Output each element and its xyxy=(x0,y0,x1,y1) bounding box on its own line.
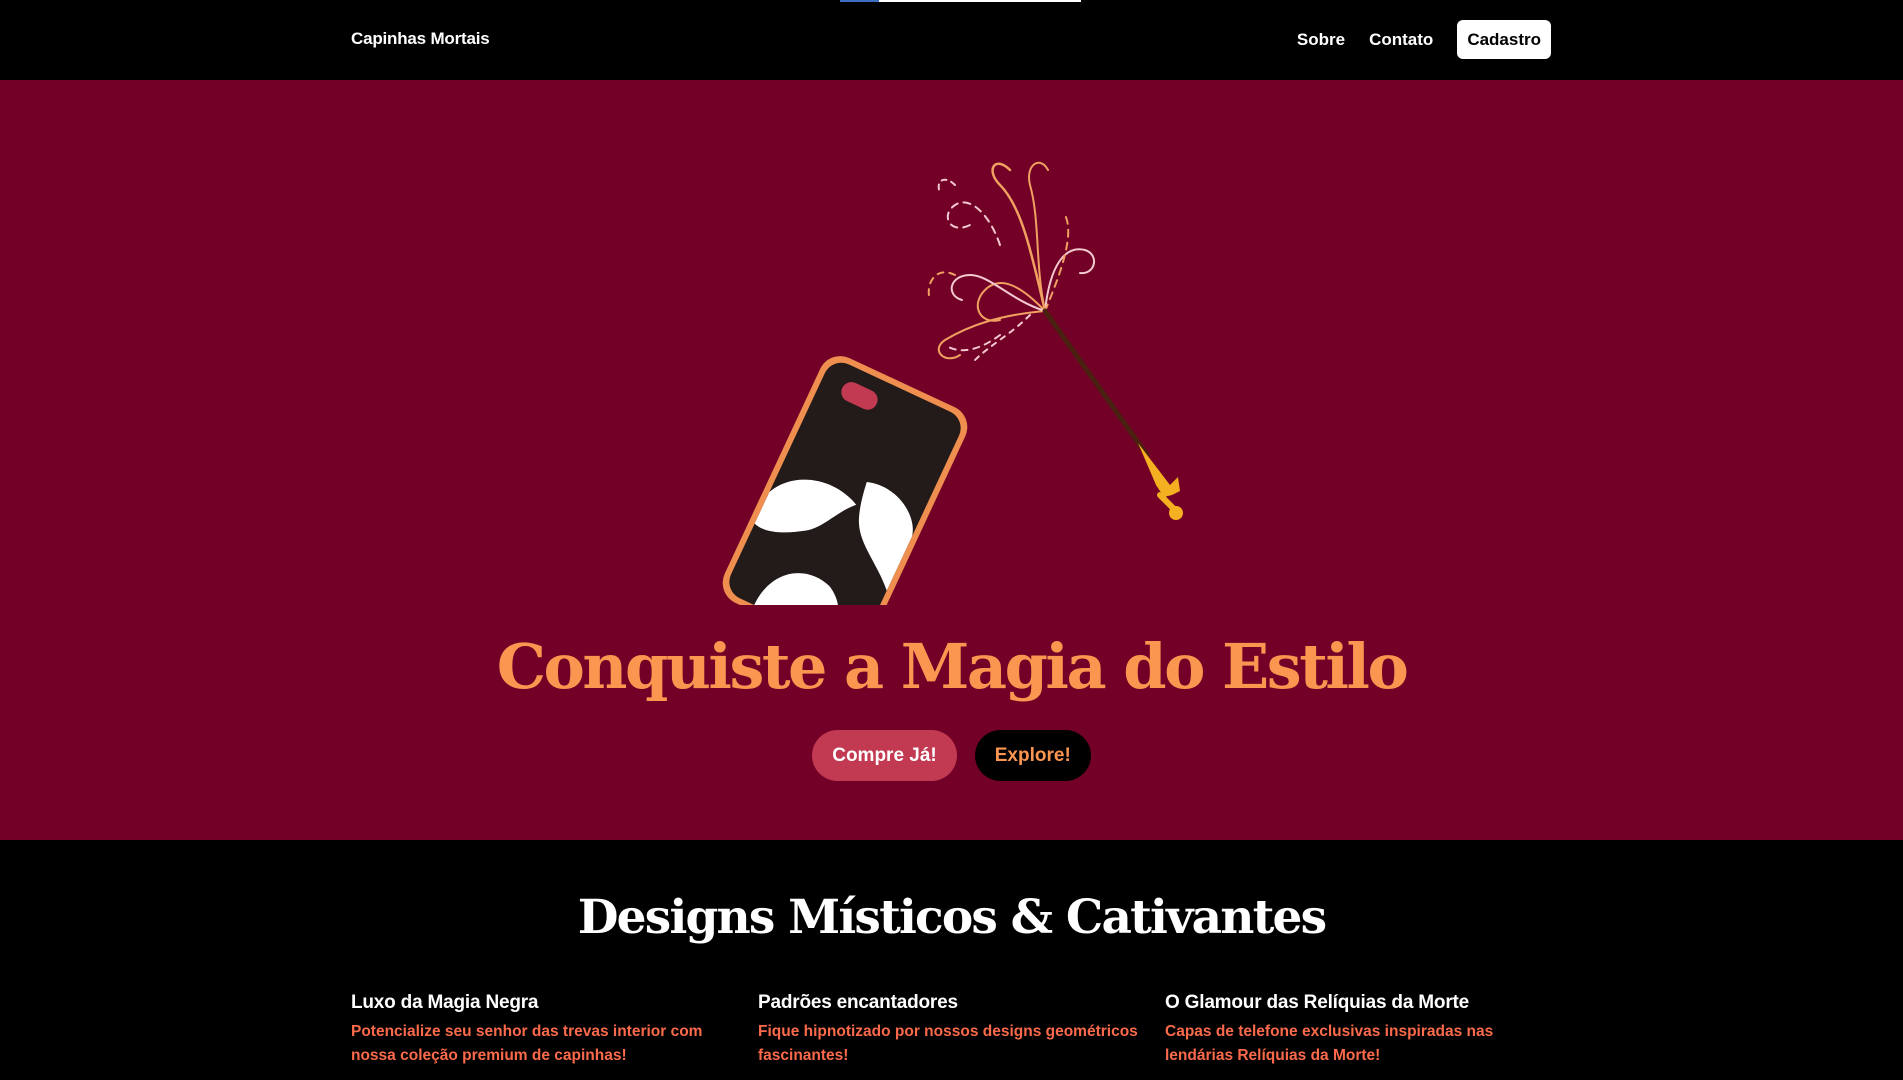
hero-buttons: Compre Já! Explore! xyxy=(0,730,1903,781)
scroll-progress-fill xyxy=(840,0,879,2)
phone-case-wand-illustration xyxy=(722,161,1183,605)
features-section: Designs Místicos & Cativantes Luxo da Ma… xyxy=(0,840,1903,1080)
magic-swirl xyxy=(1028,161,1049,312)
wand-shaft xyxy=(1042,308,1150,458)
feature-description: Potencialize seu senhor das trevas inter… xyxy=(351,1023,703,1064)
feature-title: Padrões encantadores xyxy=(758,992,958,1013)
buy-now-button[interactable]: Compre Já! xyxy=(812,730,957,781)
feature-title: O Glamour das Relíquias da Morte xyxy=(1165,992,1470,1013)
scroll-progress-bar xyxy=(840,0,1081,2)
magic-swirl xyxy=(1044,248,1095,312)
feature-card: O Glamour das Relíquias da Morte Capas d… xyxy=(1165,992,1545,1068)
magic-swirl xyxy=(944,334,1001,352)
features-title: Designs Místicos & Cativantes xyxy=(577,890,1327,945)
magic-swirl xyxy=(946,201,1001,246)
brand-logo[interactable]: Capinhas Mortais xyxy=(351,29,490,49)
nav-link-contato[interactable]: Contato xyxy=(1369,30,1433,50)
feature-description: Capas de telefone exclusivas inspiradas … xyxy=(1165,1023,1494,1064)
top-navigation-bar: Capinhas Mortais Sobre Contato Cadastro xyxy=(0,0,1903,80)
nav-link-sobre[interactable]: Sobre xyxy=(1297,30,1345,50)
hero-section: Conquiste a Magia do Estilo Compre Já! E… xyxy=(0,80,1903,840)
feature-card: Padrões encantadores Fique hipnotizado p… xyxy=(758,992,1138,1068)
magic-swirl xyxy=(937,178,956,194)
explore-button[interactable]: Explore! xyxy=(974,730,1091,781)
phone-case xyxy=(722,356,968,605)
main-nav: Sobre Contato Cadastro xyxy=(1297,20,1551,59)
feature-title: Luxo da Magia Negra xyxy=(351,992,539,1013)
magic-swirl xyxy=(1044,214,1070,312)
signup-button[interactable]: Cadastro xyxy=(1457,20,1551,59)
feature-description: Fique hipnotizado por nossos designs geo… xyxy=(758,1023,1138,1064)
feature-card: Luxo da Magia Negra Potencialize seu sen… xyxy=(351,992,731,1068)
magic-swirl xyxy=(937,310,1046,360)
hero-title: Conquiste a Magia do Estilo xyxy=(496,630,1409,703)
magic-swirl xyxy=(974,314,1031,361)
magic-swirl xyxy=(950,273,1046,312)
